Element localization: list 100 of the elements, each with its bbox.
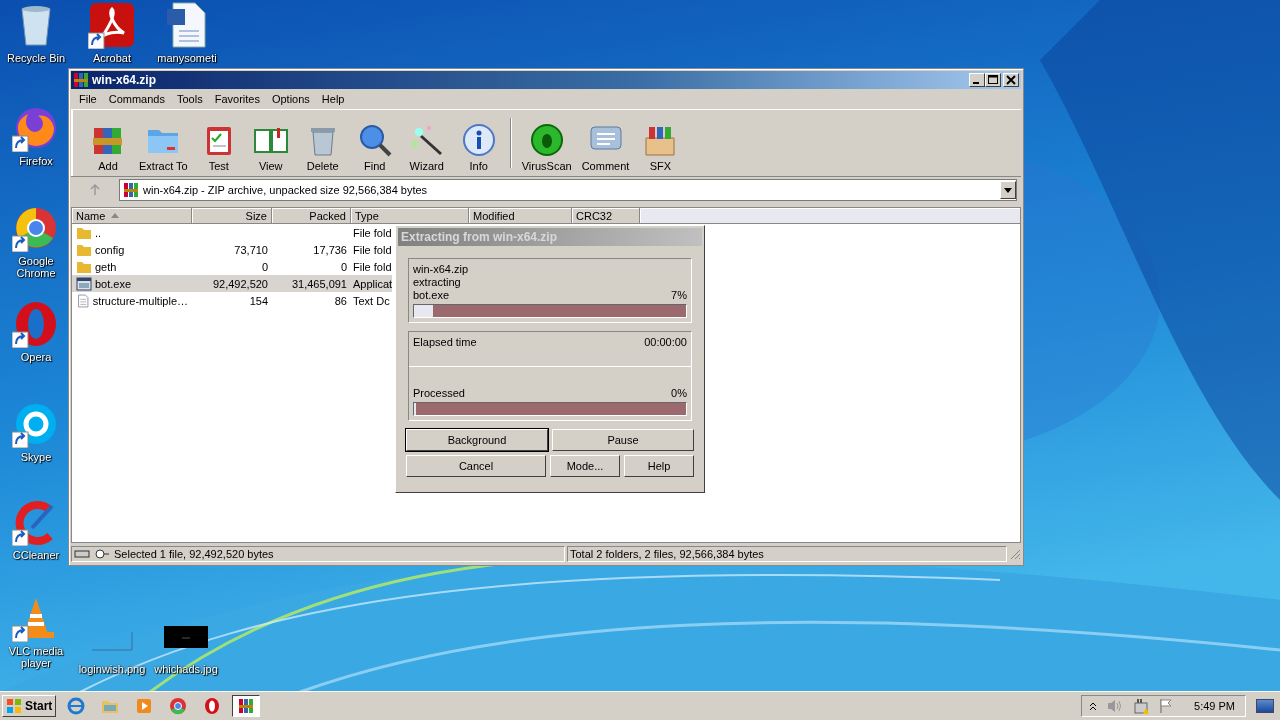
- elapsed-label: Elapsed time: [413, 336, 477, 348]
- archive-icon: [123, 182, 139, 198]
- toolbar-button[interactable]: Wizard: [401, 122, 452, 172]
- file-row[interactable]: bot.exe 92,492,520 31,465,091 Applicat: [72, 275, 393, 292]
- table-cell-text: 73,710: [233, 243, 269, 256]
- icon-label: Opera: [20, 351, 52, 363]
- icon-label: Firefox: [19, 155, 53, 167]
- file-name: bot.exe: [413, 289, 450, 301]
- caret-icon: [1004, 187, 1012, 193]
- toolbar-button[interactable]: Add: [83, 122, 133, 172]
- file-row[interactable]: geth 0 0 File fold: [72, 258, 392, 275]
- toolbar-button[interactable]: Extract To: [135, 122, 192, 172]
- table-cell-text: File fold: [352, 243, 392, 256]
- elapsed-time: 00:00:00: [644, 336, 687, 348]
- table-cell-text: 0: [339, 260, 348, 273]
- processed-label: Processed: [413, 387, 465, 399]
- file-name: structure-multiple…: [92, 294, 188, 307]
- column-header[interactable]: Packed: [272, 208, 351, 224]
- close-icon: [1006, 75, 1016, 85]
- icon-label: manysometi: [157, 52, 217, 64]
- info-icon: [460, 122, 497, 158]
- toolbar-button[interactable]: Test: [193, 122, 244, 172]
- icon-label: CCleaner: [12, 549, 60, 561]
- maximize-button[interactable]: [985, 73, 1001, 87]
- close-button[interactable]: [1003, 73, 1019, 87]
- column-header[interactable]: Name: [72, 208, 192, 224]
- program-icon: [76, 275, 92, 292]
- menu-item[interactable]: Tools: [171, 93, 209, 105]
- chrome-icon: [169, 697, 188, 715]
- archive-name: win-x64.zip: [413, 263, 470, 275]
- opera-icon: [203, 697, 222, 715]
- icon-label: Skype: [20, 451, 52, 463]
- network-icon[interactable]: [1132, 697, 1151, 715]
- dialog-button[interactable]: Cancel: [406, 455, 546, 477]
- dialog-button[interactable]: Background: [406, 429, 548, 451]
- table-cell-text: File fold: [352, 260, 392, 273]
- file-row[interactable]: .. File fold: [72, 224, 392, 241]
- toolbar-button[interactable]: VirusScan: [517, 122, 576, 172]
- file-name: bot.exe: [95, 277, 132, 290]
- dialog-button[interactable]: Pause: [552, 429, 694, 451]
- table-cell-text: File fold: [352, 226, 392, 239]
- windows-logo-icon: [6, 698, 22, 714]
- maximize-icon: [988, 75, 998, 85]
- text-file-icon: [76, 292, 90, 309]
- toolbar-button[interactable]: Info: [453, 122, 504, 172]
- taskbar-button[interactable]: [232, 695, 261, 717]
- table-cell-text: 92,492,520: [211, 277, 269, 290]
- media-player-icon: [135, 697, 154, 715]
- icon-label: Acrobat: [93, 52, 131, 64]
- clock: 5:49 PM: [1194, 700, 1235, 712]
- file-row[interactable]: config 73,710 17,736 File fold: [72, 241, 392, 258]
- icon-label: whichads.jpg: [154, 663, 218, 675]
- column-header[interactable]: Size: [192, 208, 272, 224]
- dialog-title: Extracting from win-x64.zip: [398, 228, 702, 246]
- table-cell-text: 17,736: [312, 243, 348, 256]
- minimize-icon: [973, 82, 979, 84]
- show-desktop-button[interactable]: [1256, 699, 1274, 713]
- menu-item[interactable]: Favorites: [208, 93, 266, 105]
- file-name: config: [95, 243, 125, 256]
- up-arrow-icon: [89, 184, 101, 196]
- dialog-button[interactable]: Help: [624, 455, 694, 477]
- browser-icon: [67, 697, 86, 715]
- icon-label: Recycle Bin: [6, 52, 66, 64]
- menu-item[interactable]: File: [73, 93, 103, 105]
- table-cell-text: 86: [333, 294, 348, 307]
- table-cell-text: Text Dc: [352, 294, 390, 307]
- column-header[interactable]: CRC32: [572, 208, 640, 224]
- start-button[interactable]: Start: [2, 695, 57, 717]
- table-cell-text: Applicat: [352, 277, 393, 290]
- pdf-icon[interactable]: [88, 1, 136, 49]
- drive-icon: [74, 548, 110, 560]
- chevron-up-icon[interactable]: [1088, 701, 1099, 711]
- file-name: geth: [95, 260, 117, 273]
- table-cell-text: 0: [260, 260, 269, 273]
- icon-label: VLC media player: [7, 645, 65, 669]
- menu-item[interactable]: Help: [315, 93, 351, 105]
- toolbar-button[interactable]: Comment: [577, 122, 634, 172]
- archive-icon: [73, 72, 89, 88]
- action-text: extracting: [413, 276, 462, 288]
- menu-item[interactable]: Commands: [102, 93, 171, 105]
- icon-label: Google Chrome: [15, 255, 57, 279]
- address-field[interactable]: win-x64.zip - ZIP archive, unpacked size 92,566,384 bytes: [119, 179, 1017, 201]
- status-text: Total 2 folders, 2 files, 92,566,384 bytes: [570, 548, 764, 560]
- toolbar-button[interactable]: SFX: [635, 122, 686, 172]
- toolbar-button[interactable]: Delete: [297, 122, 348, 172]
- column-header[interactable]: Modified: [469, 208, 572, 224]
- percent-text: 0%: [671, 387, 687, 399]
- dialog-button[interactable]: Mode...: [550, 455, 620, 477]
- menu-item[interactable]: Options: [265, 93, 316, 105]
- file-row[interactable]: structure-multiple… 154 86 Text Dc: [72, 292, 390, 309]
- minimize-button[interactable]: [969, 73, 985, 87]
- dropdown-button[interactable]: [1000, 181, 1016, 199]
- resize-grip-icon[interactable]: [1009, 548, 1021, 560]
- table-cell-text: 31,465,091: [290, 277, 348, 290]
- toolbar-button[interactable]: View: [245, 122, 296, 172]
- status-text: Selected 1 file, 92,492,520 bytes: [114, 548, 274, 560]
- column-header[interactable]: Type: [351, 208, 469, 224]
- sort-arrow-icon: [111, 213, 120, 218]
- archive-icon: [237, 697, 256, 715]
- toolbar-button[interactable]: Find: [349, 122, 400, 172]
